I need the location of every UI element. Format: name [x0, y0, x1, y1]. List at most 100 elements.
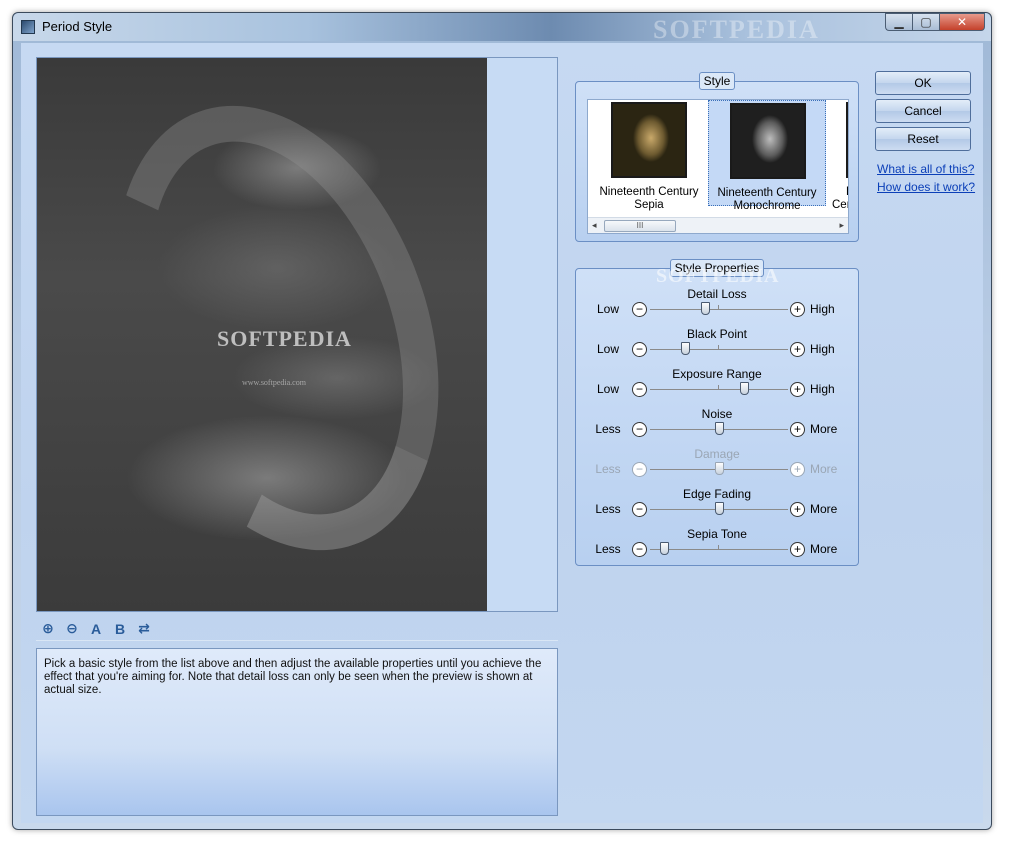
preview-panel: SOFTPEDIA www.softpedia.com [36, 57, 558, 612]
how-does-it-work-link[interactable]: How does it work? [877, 180, 975, 194]
decrease-icon[interactable]: − [632, 542, 647, 557]
property-row: Detail Loss Low − + High [576, 286, 858, 326]
increase-icon[interactable]: + [790, 422, 805, 437]
decrease-icon: − [632, 462, 647, 477]
property-row: Black Point Low − + High [576, 326, 858, 366]
decrease-icon[interactable]: − [632, 342, 647, 357]
increase-icon[interactable]: + [790, 382, 805, 397]
swap-icon[interactable]: ⇄ [134, 619, 154, 639]
view-b-icon[interactable]: B [110, 619, 130, 639]
slider-thumb[interactable] [715, 502, 724, 515]
reset-button[interactable]: Reset [875, 127, 971, 151]
decrease-icon[interactable]: − [632, 422, 647, 437]
window-title: Period Style [42, 19, 113, 34]
slider-thumb[interactable] [659, 542, 669, 555]
property-name: Damage [694, 447, 740, 461]
preview-image[interactable]: SOFTPEDIA www.softpedia.com [37, 58, 487, 611]
slider-center-tick [718, 345, 719, 349]
slider-center-tick [718, 545, 719, 549]
scrollbar-thumb[interactable]: III [604, 220, 676, 232]
minimize-button[interactable]: ▁ [885, 13, 912, 31]
increase-icon[interactable]: + [790, 542, 805, 557]
property-low-label: Low [596, 302, 619, 316]
property-high-label: High [810, 302, 835, 316]
increase-icon[interactable]: + [790, 502, 805, 517]
dialog-client-area: SOFTPEDIA www.softpedia.com ⊕ ⊖ A B ⇄ Pi… [21, 43, 983, 823]
property-high-label: High [810, 382, 835, 396]
decrease-icon[interactable]: − [632, 302, 647, 317]
props-watermark: SOFTPEDIA [656, 265, 780, 287]
slider-thumb [715, 462, 724, 475]
decrease-icon[interactable]: − [632, 502, 647, 517]
what-is-this-link[interactable]: What is all of this? [877, 162, 974, 176]
slider-thumb[interactable] [739, 382, 749, 395]
style-thumbnail [730, 103, 806, 179]
scroll-left-icon[interactable]: ◂ [592, 220, 597, 231]
style-item-label: Nineteenth Century [717, 187, 817, 199]
property-low-label: Low [596, 382, 619, 396]
preview-toolbar: ⊕ ⊖ A B ⇄ [36, 617, 558, 641]
close-button[interactable]: ✕ [939, 13, 985, 31]
property-name: Detail Loss [687, 287, 747, 301]
property-name: Noise [701, 407, 733, 421]
property-row: Damage Less − + More [576, 446, 858, 486]
style-properties-group: Style Properties SOFTPEDIA Detail Loss Lo… [575, 259, 859, 566]
property-low-label: Less [595, 422, 621, 436]
caption-buttons: ▁ ▢ ✕ [885, 13, 985, 31]
slider-thumb[interactable] [680, 342, 690, 355]
style-item-sepia[interactable]: Nineteenth Century Sepia [590, 100, 708, 211]
property-name: Black Point [686, 327, 748, 341]
style-item-partial[interactable]: E Cen [828, 100, 848, 211]
style-item-monochrome[interactable]: Nineteenth Century Monochrome [708, 100, 826, 212]
property-low-label: Low [596, 342, 619, 356]
slider-track[interactable] [650, 549, 788, 550]
property-low-label: Less [595, 542, 621, 556]
style-group-title: Style [698, 72, 736, 90]
title-watermark: SOFTPEDIA [653, 15, 820, 44]
slider-track[interactable] [650, 389, 788, 390]
property-row: Sepia Tone Less − + More [576, 526, 858, 566]
style-item-sublabel: Sepia [634, 199, 664, 211]
style-item-label: E [828, 186, 848, 199]
zoom-in-icon[interactable]: ⊕ [38, 619, 58, 639]
zoom-out-icon[interactable]: ⊖ [62, 619, 82, 639]
view-a-icon[interactable]: A [86, 619, 106, 639]
cancel-button[interactable]: Cancel [875, 99, 971, 123]
style-list-scrollbar[interactable]: ◂ III ▸ [588, 217, 848, 233]
slider-track[interactable] [650, 309, 788, 310]
property-high-label: More [810, 502, 838, 516]
property-high-label: More [810, 462, 838, 476]
app-icon [21, 20, 35, 34]
property-high-label: More [810, 422, 838, 436]
property-low-label: Less [595, 502, 621, 516]
style-thumbnail [611, 102, 687, 178]
increase-icon[interactable]: + [790, 342, 805, 357]
decrease-icon[interactable]: − [632, 382, 647, 397]
property-name: Sepia Tone [687, 527, 747, 541]
increase-icon: + [790, 462, 805, 477]
style-item-sublabel: Cen [832, 199, 848, 211]
property-row: Edge Fading Less − + More [576, 486, 858, 526]
preview-watermark-url: www.softpedia.com [242, 378, 306, 387]
style-list[interactable]: Nineteenth Century Sepia Nineteenth Cent… [587, 99, 849, 234]
scroll-right-icon[interactable]: ▸ [839, 220, 844, 231]
title-bar[interactable]: Period Style SOFTPEDIA ▁ ▢ ✕ [13, 13, 991, 44]
preview-watermark: SOFTPEDIA [217, 326, 352, 351]
property-row: Noise Less − + More [576, 406, 858, 446]
property-high-label: High [810, 342, 835, 356]
slider-center-tick [718, 385, 719, 389]
property-high-label: More [810, 542, 838, 556]
maximize-button[interactable]: ▢ [912, 13, 939, 31]
slider-thumb[interactable] [701, 302, 711, 315]
period-style-window: Period Style SOFTPEDIA ▁ ▢ ✕ SOFTPEDIA w… [12, 12, 992, 830]
slider-track[interactable] [650, 349, 788, 350]
description-box: Pick a basic style from the list above a… [36, 648, 558, 816]
slider-thumb[interactable] [715, 422, 724, 435]
increase-icon[interactable]: + [790, 302, 805, 317]
style-item-sublabel: Monochrome [733, 200, 801, 212]
slider-center-tick [718, 305, 719, 309]
property-name: Exposure Range [672, 367, 762, 381]
style-thumbnail [846, 102, 848, 178]
property-row: Exposure Range Low − + High [576, 366, 858, 406]
ok-button[interactable]: OK [875, 71, 971, 95]
